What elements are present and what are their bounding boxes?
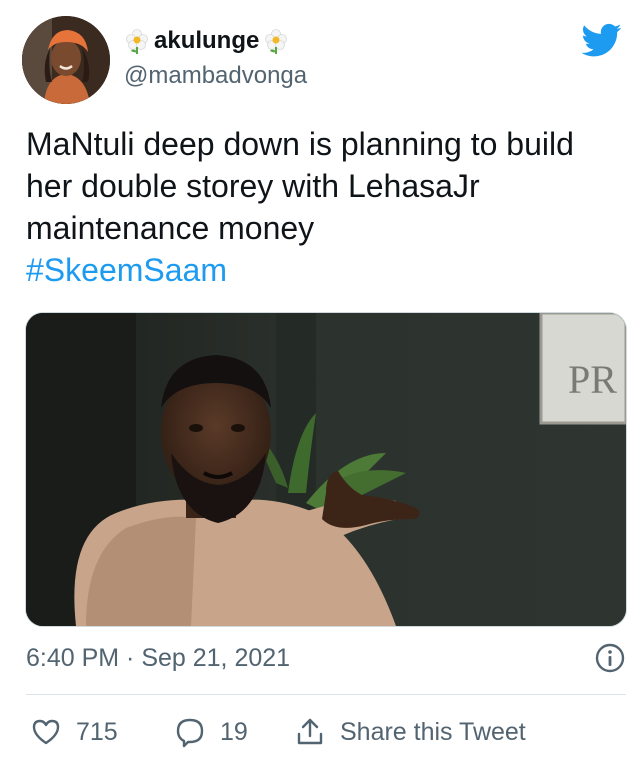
info-icon[interactable] bbox=[594, 642, 626, 674]
wall-sign-text: PR bbox=[568, 357, 617, 402]
tweet-timestamp[interactable]: 6:40 PM · Sep 21, 2021 bbox=[26, 644, 290, 673]
share-button[interactable]: Share this Tweet bbox=[294, 712, 526, 752]
reply-button[interactable]: 19 bbox=[174, 712, 248, 752]
reply-bubble-icon bbox=[176, 718, 204, 748]
reply-count: 19 bbox=[220, 717, 248, 746]
tweet-media-image[interactable]: PR bbox=[25, 312, 627, 627]
tweet-card: akulunge @mambadvonga MaNtuli deep down … bbox=[0, 0, 633, 766]
tweet-header: akulunge @mambadvonga bbox=[22, 16, 622, 106]
flower-emoji-icon bbox=[126, 29, 148, 54]
twitter-bird-icon[interactable] bbox=[582, 20, 622, 60]
like-count: 715 bbox=[76, 717, 118, 746]
share-label: Share this Tweet bbox=[340, 717, 526, 746]
share-icon bbox=[297, 718, 323, 745]
heart-icon bbox=[32, 719, 60, 745]
tweet-actions: 715 19 Share this Tweet bbox=[30, 712, 620, 752]
name-row: akulunge bbox=[124, 26, 289, 56]
flower-emoji-icon bbox=[265, 29, 288, 54]
avatar[interactable] bbox=[22, 16, 110, 104]
tweet-text: MaNtuli deep down is planning to build h… bbox=[26, 126, 574, 246]
like-button[interactable]: 715 bbox=[30, 712, 118, 752]
display-name[interactable]: akulunge bbox=[154, 27, 259, 55]
hashtag-link[interactable]: #SkeemSaam bbox=[26, 249, 616, 291]
divider bbox=[26, 694, 626, 695]
user-handle[interactable]: @mambadvonga bbox=[124, 62, 307, 90]
tweet-body: MaNtuli deep down is planning to build h… bbox=[26, 123, 616, 291]
tweet-meta: 6:40 PM · Sep 21, 2021 bbox=[26, 642, 626, 678]
